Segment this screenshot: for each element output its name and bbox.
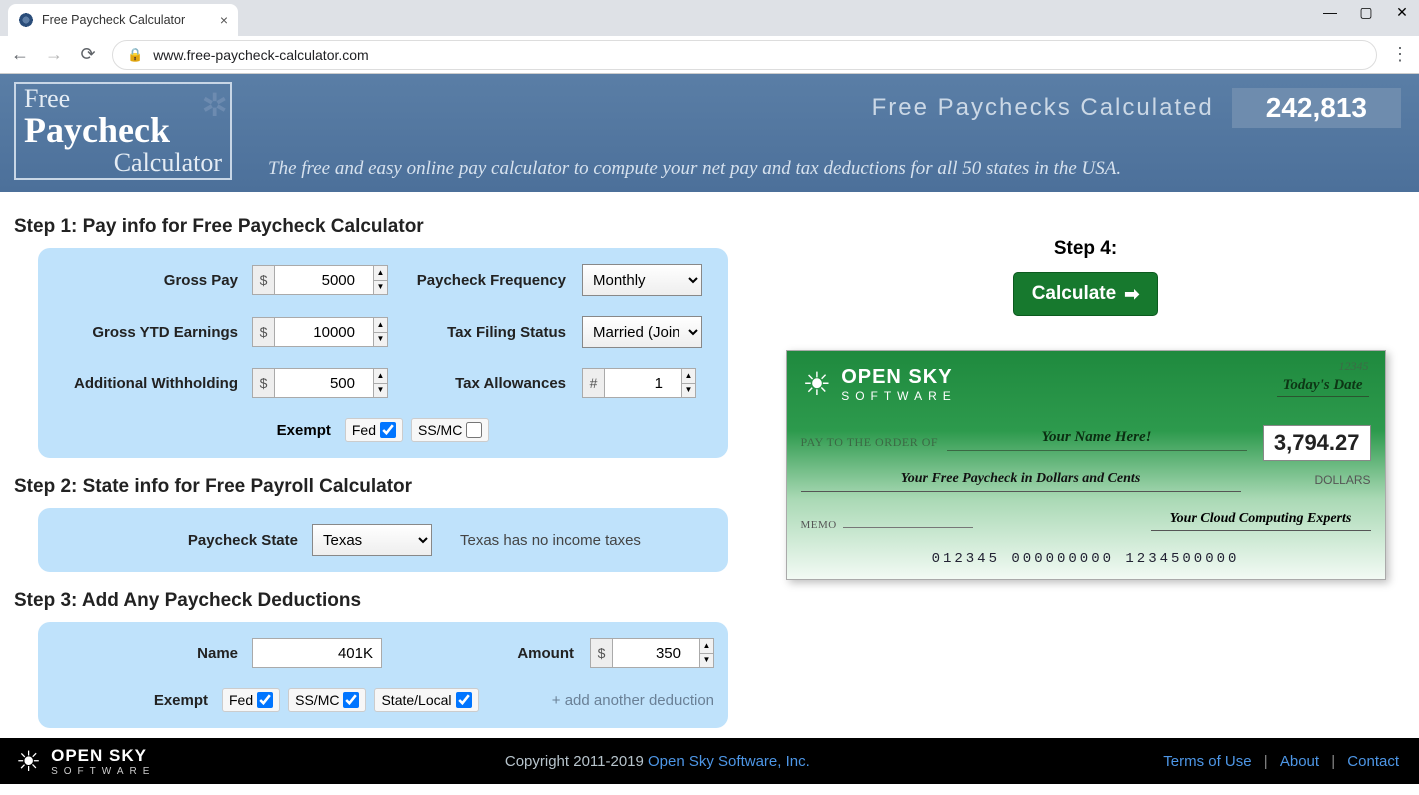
address-bar: ← → ⟳ 🔒 www.free-paycheck-calculator.com… [0,36,1419,74]
about-link[interactable]: About [1280,753,1319,770]
addl-withholding-label: Additional Withholding [52,375,252,392]
window-maximize-icon[interactable]: ▢ [1355,4,1377,21]
add-deduction-link[interactable]: + add another deduction [552,692,714,709]
frequency-label: Paycheck Frequency [412,272,582,289]
step2-title: Step 2: State info for Free Payroll Calc… [14,476,730,498]
check-company-name: OPEN SKY [841,366,957,389]
counter-label: Free Paychecks Calculated [872,94,1214,122]
gross-ytd-label: Gross YTD Earnings [52,324,252,341]
url-text: www.free-paycheck-calculator.com [153,47,369,63]
window-close-icon[interactable]: ✕ [1391,4,1413,21]
browser-tab[interactable]: Free Paycheck Calculator × [8,4,238,36]
step3-panel: Name Amount $ ▲▼ Exempt Fed SS/MC State/… [38,622,728,728]
check-amount: 3,794.27 [1263,425,1371,461]
deduction-fed-checkbox[interactable]: Fed [222,688,280,712]
reload-icon[interactable]: ⟳ [78,44,98,65]
url-input[interactable]: 🔒 www.free-paycheck-calculator.com [112,40,1377,70]
check-micr: 012345 000000000 1234500000 [787,551,1385,567]
window-minimize-icon[interactable]: — [1319,4,1341,21]
hero-banner: ✲ Free Paycheck Calculator The free and … [0,74,1419,192]
forward-icon[interactable]: → [44,44,64,65]
tab-close-icon[interactable]: × [220,12,228,28]
paycheck-state-label: Paycheck State [52,532,312,549]
currency-prefix: $ [252,368,274,398]
counter-widget: Free Paychecks Calculated 242,813 [872,88,1401,128]
gross-pay-label: Gross Pay [52,272,252,289]
check-dollars-label: DOLLARS [1314,473,1370,487]
calculate-button-label: Calculate [1032,283,1116,305]
site-logo[interactable]: ✲ Free Paycheck Calculator [14,82,232,180]
deduction-name-input[interactable] [252,638,382,668]
tagline: The free and easy online pay calculator … [268,158,1121,180]
check-payto-label: PAY TO THE ORDER OF [801,435,939,450]
footer-links: Terms of Use | About | Contact [1159,753,1403,770]
allowances-label: Tax Allowances [412,375,582,392]
step4-title: Step 4: [760,238,1411,260]
deduction-ssmc-checkbox[interactable]: SS/MC [288,688,366,712]
gross-pay-input[interactable] [274,265,374,295]
sun-icon: ☀ [16,745,41,778]
arrow-right-icon: ➡ [1124,284,1139,305]
allowances-input[interactable] [604,368,682,398]
gear-dollar-icon: ✲ [201,86,228,124]
deduction-exempt-label: Exempt [52,692,222,709]
footer: ☀ OPEN SKY SOFTWARE Copyright 2011-2019 … [0,738,1419,784]
footer-logo[interactable]: ☀ OPEN SKY SOFTWARE [16,745,155,778]
check-amount-words: Your Free Paycheck in Dollars and Cents [801,471,1241,492]
frequency-select[interactable]: Monthly [582,264,702,296]
tab-bar: Free Paycheck Calculator × — ▢ ✕ [0,0,1419,36]
check-company-sub: SOFTWARE [841,389,957,403]
logo-line-2: Paycheck [24,112,222,148]
exempt-ssmc-checkbox[interactable]: SS/MC [411,418,489,442]
deduction-amount-spinner[interactable]: ▲▼ [700,638,714,668]
paycheck-preview: ☀ OPEN SKY SOFTWARE 12345 Today's Date P… [786,350,1386,580]
counter-value: 242,813 [1232,88,1401,128]
check-memo: MEMO [801,519,973,531]
addl-wh-spinner[interactable]: ▲▼ [374,368,388,398]
addl-withholding-input[interactable] [274,368,374,398]
filing-status-label: Tax Filing Status [412,324,582,341]
check-number: 12345 [1339,359,1369,374]
hash-prefix: # [582,368,604,398]
step1-title: Step 1: Pay info for Free Paycheck Calcu… [14,216,730,238]
contact-link[interactable]: Contact [1347,753,1399,770]
check-date: Today's Date [1277,377,1369,397]
state-hint: Texas has no income taxes [460,532,641,549]
fed-checkbox-input[interactable] [380,422,396,438]
gross-ytd-spinner[interactable]: ▲▼ [374,317,388,347]
currency-prefix: $ [590,638,612,668]
tab-title: Free Paycheck Calculator [42,13,212,27]
step1-panel: Gross Pay $ ▲▼ Paycheck Frequency Monthl… [38,248,728,458]
currency-prefix: $ [252,265,274,295]
calculate-button[interactable]: Calculate ➡ [1013,272,1159,316]
filing-status-select[interactable]: Married (Joint) [582,316,702,348]
footer-copyright: Copyright 2011-2019 Open Sky Software, I… [155,753,1159,770]
back-icon[interactable]: ← [10,44,30,65]
step2-panel: Paycheck State Texas Texas has no income… [38,508,728,572]
terms-link[interactable]: Terms of Use [1163,753,1251,770]
sun-icon: ☀ [803,365,832,403]
gross-ytd-input[interactable] [274,317,374,347]
currency-prefix: $ [252,317,274,347]
deduction-state-checkbox[interactable]: State/Local [374,688,478,712]
ssmc-checkbox-input[interactable] [466,422,482,438]
favicon-icon [18,12,34,28]
deduction-amount-label: Amount [470,645,590,662]
lock-icon: 🔒 [127,47,143,63]
deduction-name-label: Name [52,645,252,662]
exempt-label: Exempt [277,422,331,439]
paycheck-state-select[interactable]: Texas [312,524,432,556]
check-signature: Your Cloud Computing Experts [1151,511,1371,531]
check-payto-name: Your Name Here! [947,429,1247,451]
logo-line-3: Calculator [24,148,222,178]
gross-pay-spinner[interactable]: ▲▼ [374,265,388,295]
deduction-amount-input[interactable] [612,638,700,668]
exempt-fed-checkbox[interactable]: Fed [345,418,403,442]
step3-title: Step 3: Add Any Paycheck Deductions [14,590,730,612]
allowances-spinner[interactable]: ▲▼ [682,368,696,398]
company-link[interactable]: Open Sky Software, Inc. [648,753,810,770]
window-controls: — ▢ ✕ [1319,4,1413,21]
kebab-menu-icon[interactable]: ⋮ [1391,44,1409,65]
